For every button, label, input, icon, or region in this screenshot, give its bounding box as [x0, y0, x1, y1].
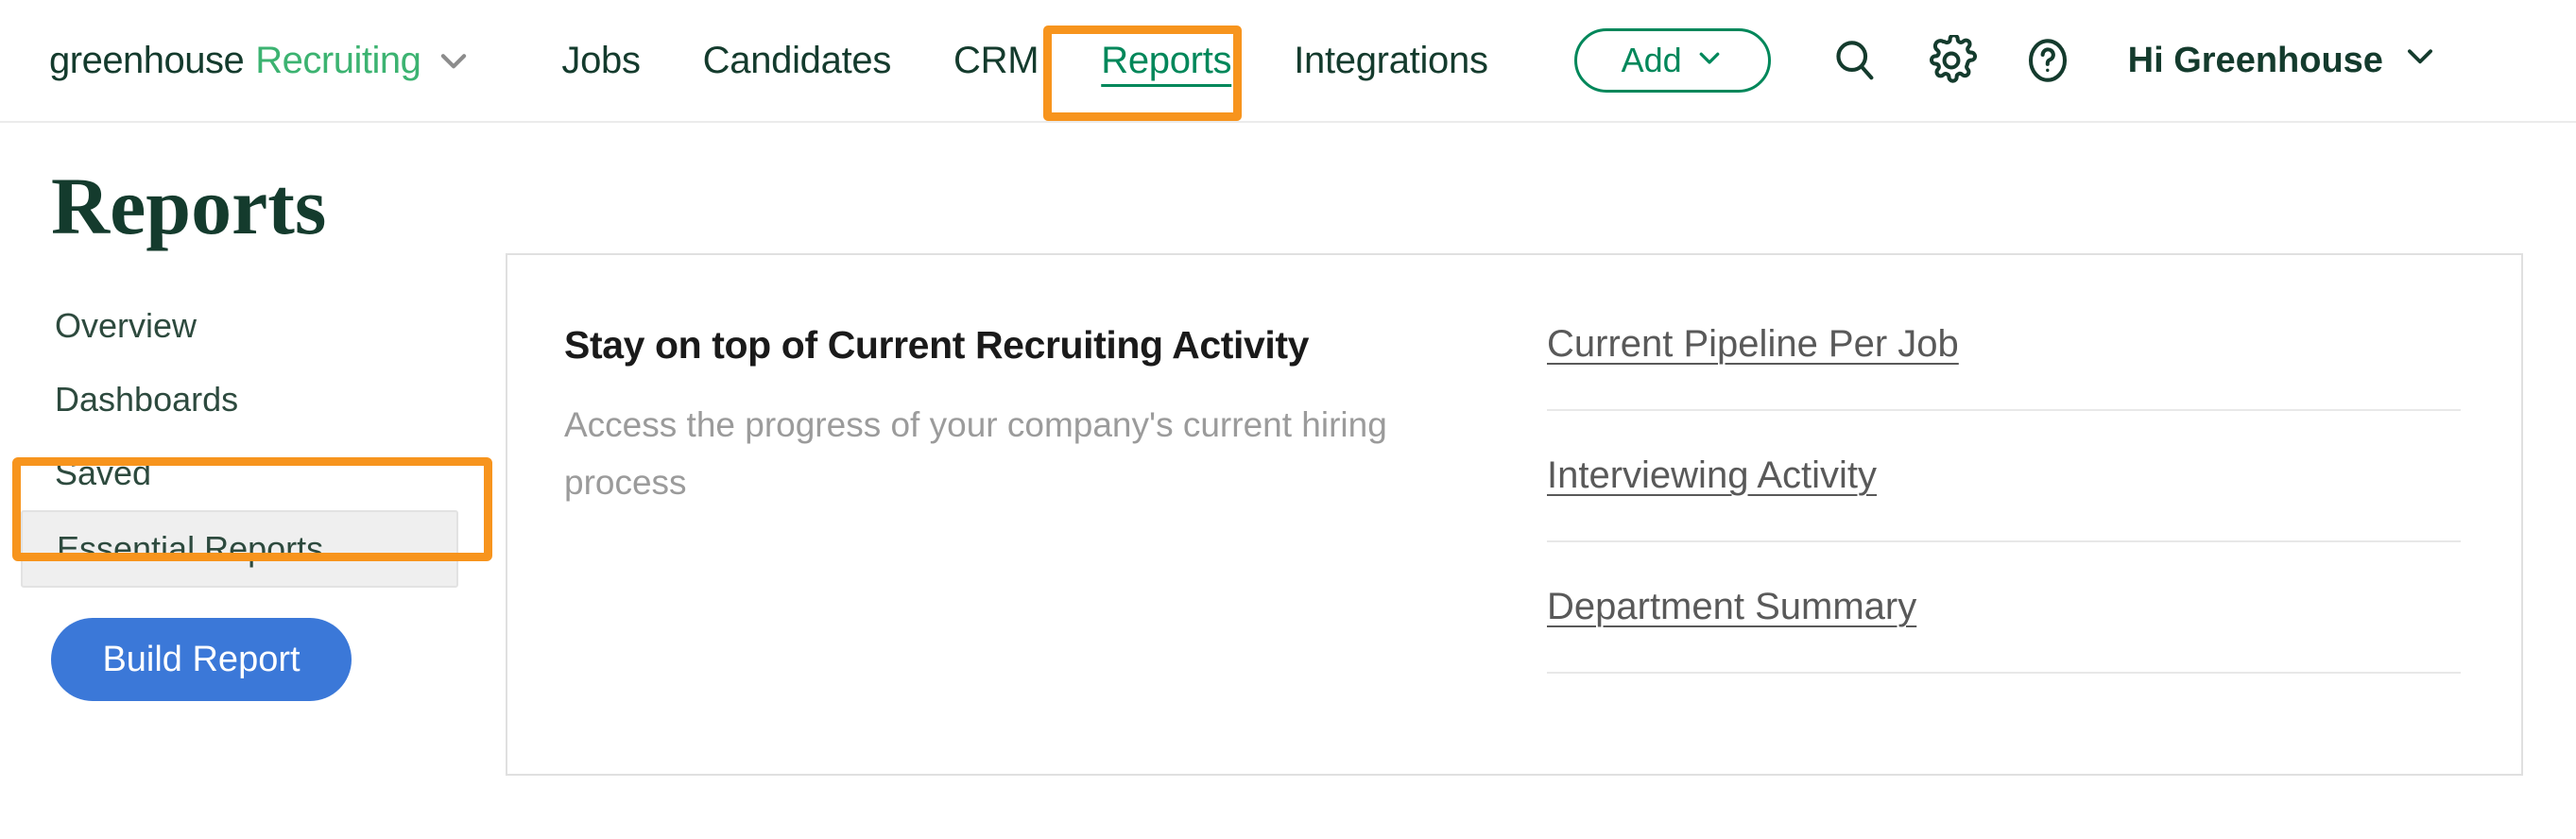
report-link-interviewing-activity[interactable]: Interviewing Activity — [1547, 454, 1877, 497]
primary-nav-links: Jobs Candidates CRM Reports Integrations — [530, 0, 1519, 122]
add-button[interactable]: Add — [1573, 28, 1771, 93]
nav-item-integrations[interactable]: Integrations — [1262, 0, 1519, 122]
report-link-row: Interviewing Activity — [1547, 411, 2461, 542]
sidebar-item-saved[interactable]: Saved — [0, 437, 506, 510]
help-circle-icon[interactable] — [2020, 33, 2075, 88]
reports-sidebar: Overview Dashboards Saved Essential Repo… — [0, 253, 506, 701]
nav-item-candidates[interactable]: Candidates — [672, 0, 922, 122]
user-menu[interactable]: Hi Greenhouse — [2128, 38, 2438, 83]
chevron-down-icon[interactable] — [436, 43, 472, 78]
user-greeting-label: Hi Greenhouse — [2127, 40, 2383, 80]
nav-item-reports[interactable]: Reports — [1070, 0, 1262, 122]
sidebar-item-overview[interactable]: Overview — [0, 289, 506, 363]
nav-item-crm[interactable]: CRM — [922, 0, 1070, 122]
brand-name-primary: greenhouse — [49, 39, 245, 81]
chevron-down-icon — [1695, 41, 1724, 80]
add-button-label: Add — [1621, 41, 1682, 79]
search-icon[interactable] — [1828, 33, 1882, 88]
header-icon-group — [1828, 33, 2075, 88]
page-body: Overview Dashboards Saved Essential Repo… — [0, 253, 2576, 776]
sidebar-item-essential-reports[interactable]: Essential Reports — [21, 510, 458, 588]
report-link-row: Department Summary — [1547, 542, 2461, 674]
card-heading: Stay on top of Current Recruiting Activi… — [564, 323, 1310, 367]
essential-reports-card: Stay on top of Current Recruiting Activi… — [506, 253, 2523, 776]
card-description-column: Stay on top of Current Recruiting Activi… — [507, 323, 1547, 774]
report-link-row: Current Pipeline Per Job — [1547, 323, 2461, 411]
chevron-down-icon — [2402, 38, 2438, 83]
report-link-department-summary[interactable]: Department Summary — [1547, 586, 1916, 628]
report-links-column: Current Pipeline Per Job Interviewing Ac… — [1547, 323, 2521, 774]
nav-item-jobs[interactable]: Jobs — [530, 0, 671, 122]
page-title: Reports — [51, 161, 327, 251]
card-subtext: Access the progress of your company's cu… — [564, 405, 1387, 503]
top-navigation-bar: greenhouse Recruiting Jobs Candidates CR… — [0, 0, 2576, 123]
brand-logo[interactable]: greenhouse Recruiting — [49, 40, 472, 82]
gear-icon[interactable] — [1924, 33, 1979, 88]
sidebar-item-dashboards[interactable]: Dashboards — [0, 363, 506, 437]
build-report-button[interactable]: Build Report — [51, 618, 352, 701]
brand-name-secondary: Recruiting — [255, 39, 421, 81]
report-link-current-pipeline-per-job[interactable]: Current Pipeline Per Job — [1547, 323, 1959, 366]
